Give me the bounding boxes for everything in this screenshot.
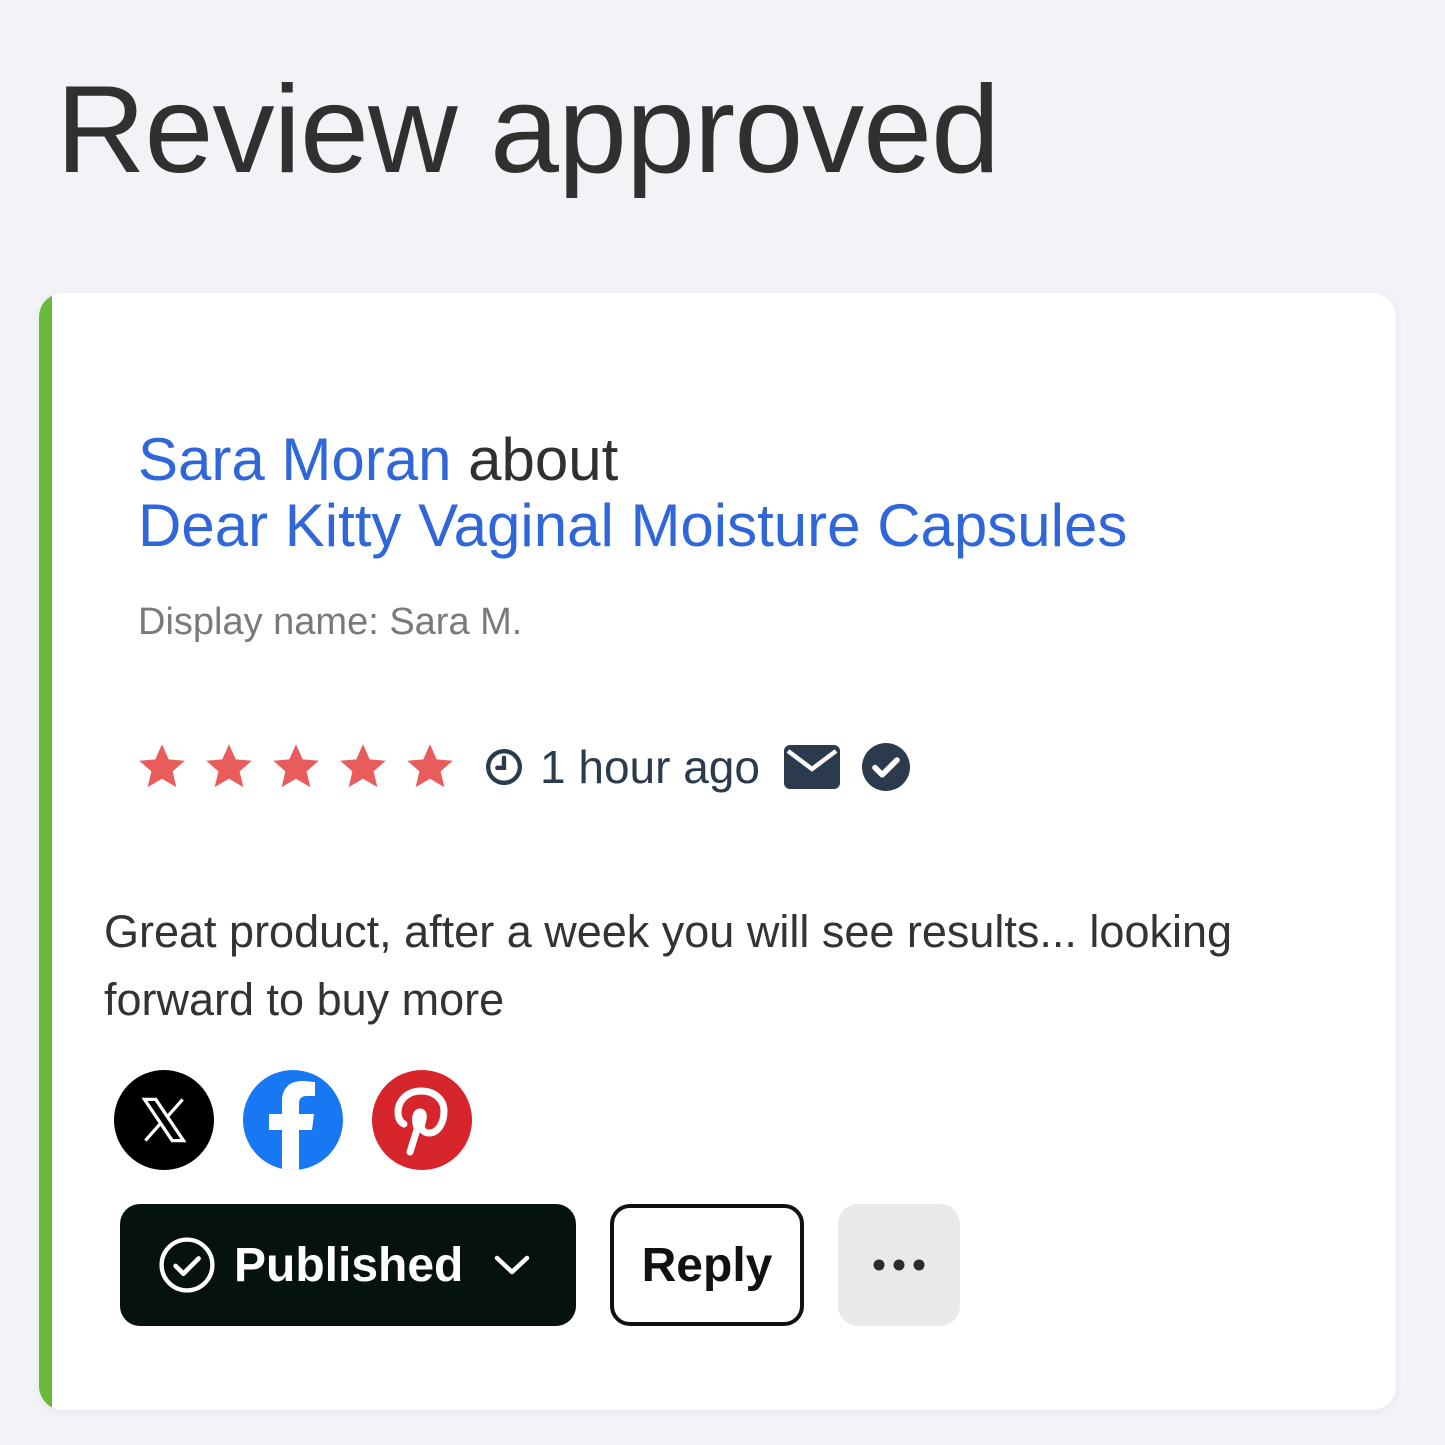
more-options-button[interactable] bbox=[838, 1204, 960, 1326]
review-card: Sara Moran about Dear Kitty Vaginal Mois… bbox=[39, 293, 1396, 1410]
star-icon bbox=[407, 744, 453, 788]
mail-icon bbox=[783, 745, 840, 789]
chevron-down-icon bbox=[495, 1255, 530, 1275]
star-icon bbox=[206, 744, 252, 788]
reviewer-name-link[interactable]: Sara Moran bbox=[138, 426, 451, 493]
headline-connector: about bbox=[468, 426, 619, 493]
status-dropdown-button[interactable]: Published bbox=[120, 1204, 576, 1326]
product-name-link[interactable]: Dear Kitty Vaginal Moisture Capsules bbox=[138, 492, 1127, 559]
social-share-row bbox=[114, 1070, 501, 1170]
star-icon bbox=[340, 744, 386, 788]
verified-icon bbox=[861, 743, 910, 791]
check-circle-icon bbox=[159, 1237, 215, 1293]
share-pinterest-button[interactable] bbox=[372, 1070, 472, 1170]
review-time: 1 hour ago bbox=[540, 741, 760, 793]
star-icon bbox=[273, 744, 319, 788]
display-name: Display name: Sara M. bbox=[138, 601, 523, 643]
review-headline: Sara Moran about Dear Kitty Vaginal Mois… bbox=[138, 427, 1127, 559]
share-facebook-button[interactable] bbox=[243, 1070, 343, 1170]
pinterest-logo-icon bbox=[394, 1087, 448, 1156]
star-rating bbox=[135, 741, 470, 793]
page-title: Review approved bbox=[56, 61, 1000, 199]
x-logo-icon bbox=[141, 1097, 187, 1143]
review-text: Great product, after a week you will see… bbox=[104, 906, 1233, 1025]
facebook-logo-icon bbox=[269, 1081, 315, 1170]
clock-icon bbox=[486, 749, 522, 785]
star-icon bbox=[139, 744, 185, 788]
review-actions: Published Reply bbox=[120, 1204, 960, 1326]
ellipsis-icon bbox=[873, 1259, 925, 1271]
reply-button[interactable]: Reply bbox=[610, 1204, 804, 1326]
status-label: Published bbox=[234, 1238, 464, 1292]
review-meta: 1 hour ago bbox=[135, 739, 910, 795]
share-x-button[interactable] bbox=[114, 1070, 214, 1170]
approved-accent-bar bbox=[39, 293, 52, 1410]
